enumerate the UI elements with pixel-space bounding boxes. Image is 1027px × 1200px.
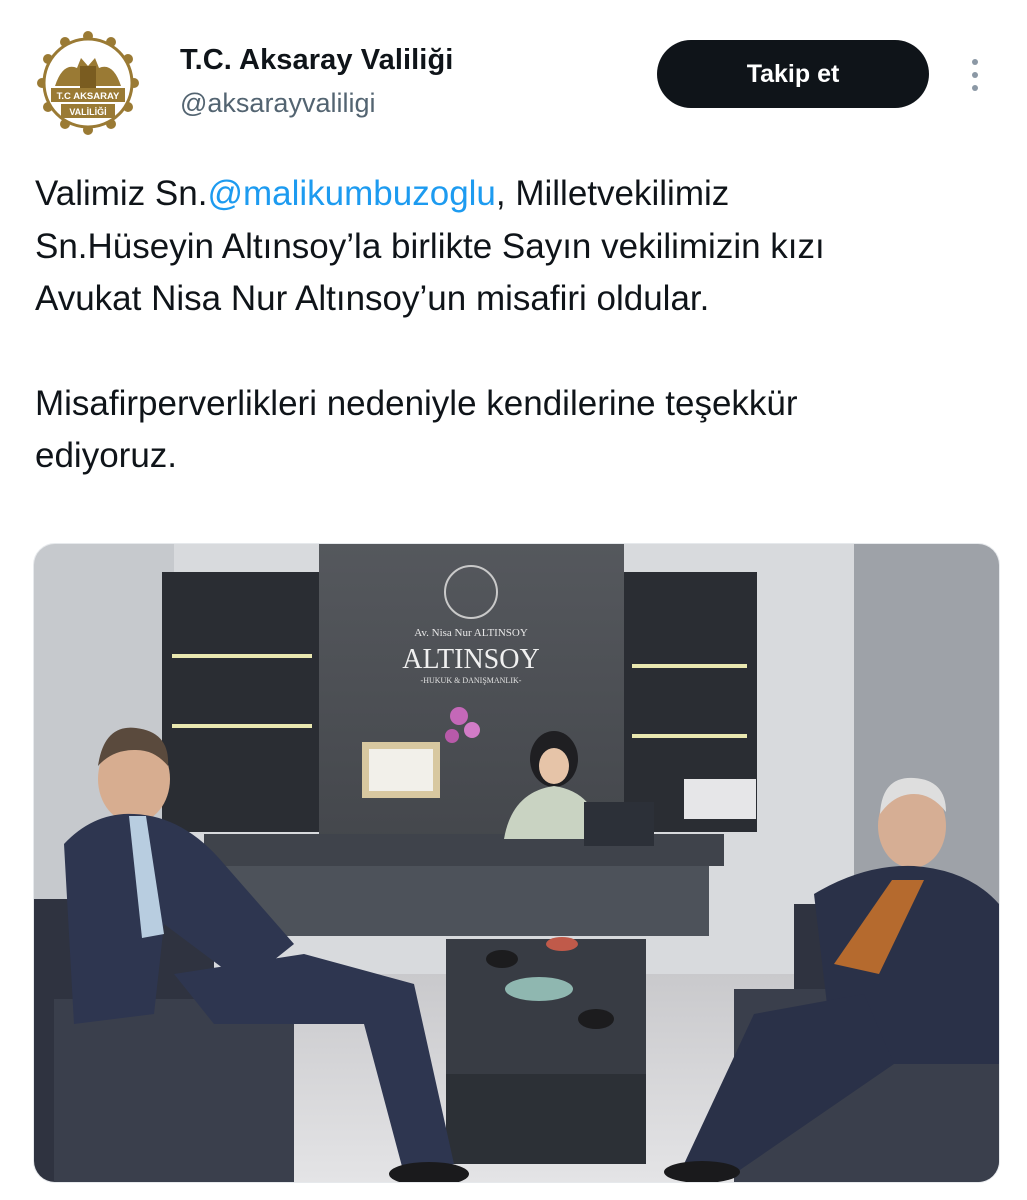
follow-button[interactable]: Takip et: [657, 40, 929, 108]
mention-link[interactable]: @malikumbuzoglu: [207, 174, 495, 213]
tweet-line: Sn.Hüseyin Altınsoy’la birlikte Sayın ve…: [35, 226, 825, 266]
tweet-line: Misafirperverlikleri nedeniyle kendileri…: [35, 383, 798, 423]
tweet-text: Valimiz Sn.@malikumbuzoglu, Milletvekili…: [35, 168, 1000, 483]
account-name[interactable]: T.C. Aksaray Valiliği: [180, 44, 453, 77]
sign-brand: ALTINSOY: [402, 644, 539, 675]
sign-name: Av. Nisa Nur ALTINSOY: [414, 627, 528, 639]
tweet-line: ediyoruz.: [35, 436, 178, 475]
tweet-header: T.C AKSARAY VALİLİĞİ T.C. Aksaray Valili…: [0, 0, 1027, 140]
tweet-text-segment: Valimiz Sn.: [35, 174, 208, 213]
tweet-photo[interactable]: Av. Nisa Nur ALTINSOY ALTINSOY -HUKUK & …: [33, 543, 1000, 1183]
office-photo-illustration: Av. Nisa Nur ALTINSOY ALTINSOY -HUKUK & …: [34, 544, 999, 1182]
sign-subtitle: -HUKUK & DANIŞMANLIK-: [421, 676, 522, 685]
avatar[interactable]: T.C AKSARAY VALİLİĞİ: [33, 28, 143, 138]
account-handle[interactable]: @aksarayvaliligi: [180, 88, 375, 119]
tweet-line: Avukat Nisa Nur Altınsoy’un misafiri old…: [35, 279, 710, 318]
avatar-logo-text-bottom: VALİLİĞİ: [69, 106, 106, 117]
tweet-line: Valimiz Sn.@malikumbuzoglu, Milletvekili…: [35, 168, 1000, 221]
tweet-text-segment: , Milletvekilimiz: [495, 174, 730, 213]
more-vertical-icon[interactable]: [955, 52, 995, 98]
avatar-logo-text-top: T.C AKSARAY: [57, 91, 120, 102]
